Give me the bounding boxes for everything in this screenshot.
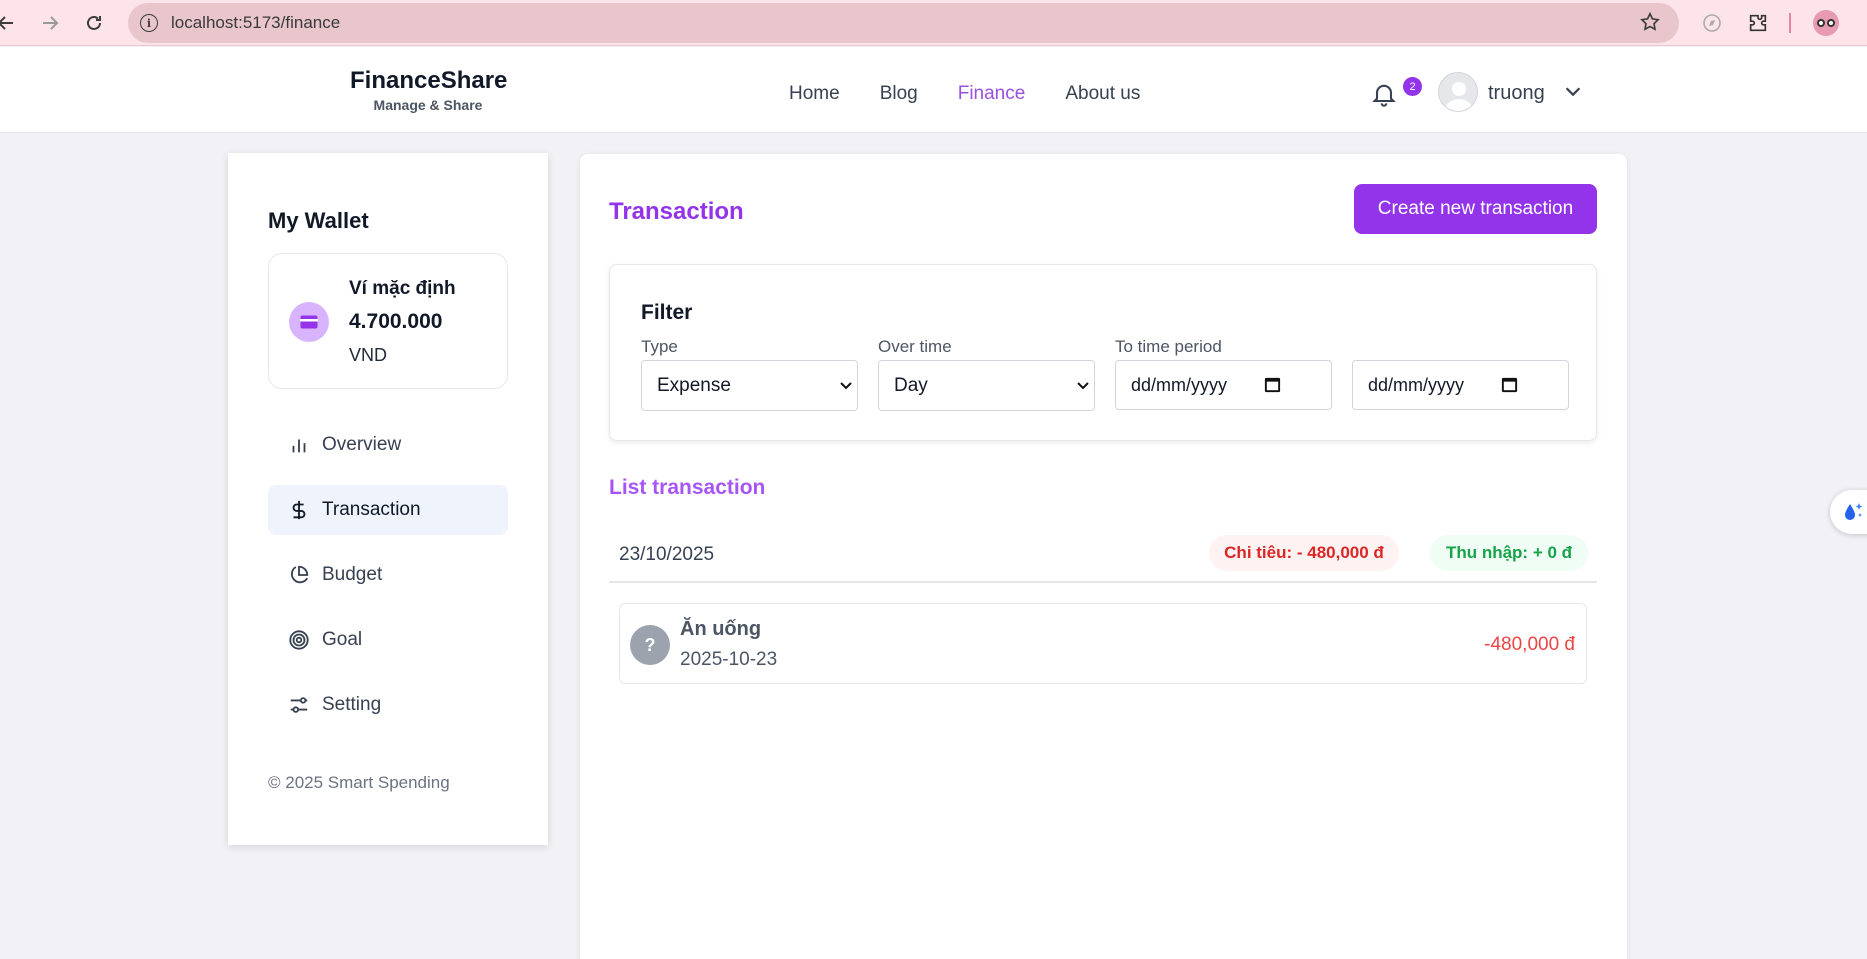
type-label: Type (641, 337, 678, 356)
site-header: FinanceShare Manage & Share Home Blog Fi… (0, 47, 1867, 133)
water-drop-sparkle-icon (1845, 503, 1863, 520)
calendar-icon[interactable] (1500, 375, 1519, 394)
bell-icon[interactable] (1370, 80, 1398, 108)
url-text: localhost:5173/finance (171, 13, 341, 32)
pie-chart-icon (291, 565, 309, 584)
bookmark-star-icon[interactable] (1639, 11, 1661, 33)
forward-arrow-icon[interactable] (38, 11, 62, 35)
address-bar[interactable]: i localhost:5173/finance (128, 3, 1679, 43)
transaction-date: 2025-10-23 (680, 649, 778, 670)
list-title: List transaction (609, 476, 766, 499)
chevron-down-icon[interactable] (1562, 80, 1584, 102)
bar-chart-icon (292, 439, 306, 453)
date-from-input[interactable]: dd/mm/yyyy (1115, 360, 1332, 410)
dollar-icon (292, 500, 306, 520)
brand-tagline: Manage & Share (373, 97, 483, 113)
transaction-amount: -480,000 đ (1484, 634, 1575, 655)
extensions-puzzle-icon[interactable] (1746, 11, 1770, 35)
sidebar: My Wallet Ví mặc định 4.700.000 VND Over… (228, 153, 548, 845)
sidebar-item-label: Overview (322, 434, 402, 455)
overtime-select-value: Day (894, 374, 928, 396)
copyright-text: © 2025 Smart Spending (268, 773, 450, 792)
type-select[interactable]: Expense (641, 360, 858, 411)
wallet-card-icon (289, 302, 329, 342)
nav-blog[interactable]: Blog (880, 83, 918, 105)
date-to-placeholder: dd/mm/yyyy (1368, 374, 1465, 395)
filter-title: Filter (641, 301, 693, 324)
sidebar-item-label: Setting (322, 694, 382, 715)
date-to-input[interactable]: dd/mm/yyyy (1352, 360, 1569, 410)
wallet-card[interactable]: Ví mặc định 4.700.000 VND (268, 253, 508, 389)
sidebar-item-setting[interactable]: Setting (268, 680, 508, 730)
sidebar-item-label: Budget (322, 564, 383, 585)
floating-assistant-button[interactable] (1830, 490, 1867, 534)
user-avatar[interactable] (1438, 72, 1478, 112)
category-unknown-icon: ? (630, 625, 670, 665)
type-select-value: Expense (657, 374, 731, 396)
group-date: 23/10/2025 (619, 544, 715, 565)
sidebar-item-label: Goal (322, 629, 363, 650)
brand-logo[interactable]: FinanceShare Manage & Share (350, 67, 508, 113)
profile-avatar-icon[interactable] (1813, 10, 1839, 36)
income-summary-badge: Thu nhập: + 0 đ (1430, 535, 1588, 571)
nav-about-us[interactable]: About us (1065, 83, 1140, 105)
back-arrow-icon[interactable] (0, 11, 18, 35)
site-info-icon[interactable]: i (140, 14, 158, 32)
wallet-balance: 4.700.000 (349, 310, 443, 333)
period-label: To time period (1115, 337, 1222, 356)
nav-home[interactable]: Home (789, 83, 840, 105)
chevron-down-icon (1077, 382, 1089, 390)
sidebar-item-label: Transaction (322, 499, 421, 520)
sidebar-item-transaction[interactable]: Transaction (268, 485, 508, 535)
username[interactable]: truong (1488, 82, 1545, 105)
browser-toolbar: i localhost:5173/finance (0, 0, 1867, 46)
create-transaction-button[interactable]: Create new transaction (1354, 184, 1597, 234)
notification-badge: 2 (1403, 77, 1422, 96)
page-title: Transaction (609, 198, 744, 225)
chevron-down-icon (840, 382, 852, 390)
expense-summary-badge: Chi tiêu: - 480,000 đ (1209, 535, 1399, 571)
filter-card: Filter Type Expense Over time Day To tim… (609, 264, 1597, 441)
transaction-category: Ăn uống (680, 618, 762, 640)
sidebar-item-goal[interactable]: Goal (268, 615, 508, 665)
wallet-section-title: My Wallet (268, 208, 369, 233)
group-divider (609, 581, 1597, 583)
date-from-placeholder: dd/mm/yyyy (1131, 374, 1228, 395)
wallet-name: Ví mặc định (349, 278, 456, 299)
target-icon (289, 630, 309, 650)
sidebar-item-overview[interactable]: Overview (268, 420, 508, 470)
main-panel: Transaction Create new transaction Filte… (580, 154, 1627, 959)
reload-icon[interactable] (82, 11, 106, 35)
sidebar-item-budget[interactable]: Budget (268, 550, 508, 600)
calendar-icon[interactable] (1263, 375, 1282, 394)
overtime-select[interactable]: Day (878, 360, 1095, 411)
brand-name: FinanceShare (350, 67, 508, 94)
sliders-icon (290, 697, 308, 713)
toolbar-divider (1789, 13, 1791, 33)
overtime-label: Over time (878, 337, 952, 356)
main-nav: Home Blog Finance About us (789, 83, 1140, 105)
wallet-currency: VND (349, 345, 388, 365)
transaction-item[interactable]: ? Ăn uống 2025-10-23 -480,000 đ (619, 603, 1587, 684)
extension-compass-icon[interactable] (1700, 11, 1724, 35)
nav-finance[interactable]: Finance (958, 83, 1026, 105)
